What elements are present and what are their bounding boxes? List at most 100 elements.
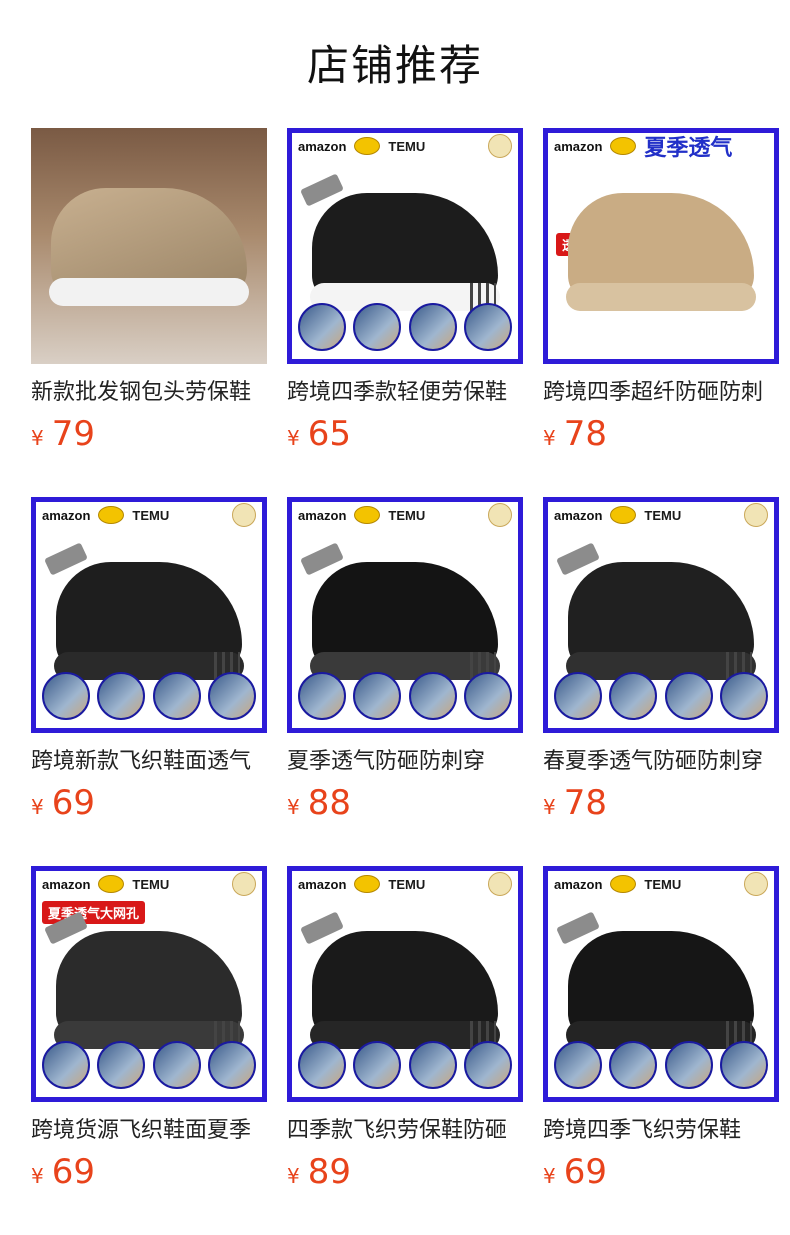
amazon-logo: amazon [554, 507, 603, 523]
gold-badge-icon [488, 503, 512, 527]
handshake-icon [354, 137, 381, 155]
handshake-icon [610, 875, 637, 893]
product-card[interactable]: amazon TEMU 跨境四季款轻便劳保鞋 ¥65 [287, 128, 523, 497]
product-name[interactable]: 夏季透气防砸防刺穿 [287, 747, 523, 777]
temu-logo: TEMU [388, 876, 426, 892]
temu-logo: TEMU [132, 507, 170, 523]
scene-thumbnail [152, 672, 201, 720]
price-value: 69 [51, 783, 95, 823]
product-name[interactable]: 跨境新款飞织鞋面透气 [31, 747, 267, 777]
currency-symbol: ¥ [31, 426, 44, 450]
scene-thumbnail [408, 672, 457, 720]
scene-thumbnails [298, 672, 512, 720]
gold-badge-icon [232, 872, 256, 896]
scene-thumbnail [609, 1041, 658, 1089]
product-name[interactable]: 跨境四季飞织劳保鞋 [543, 1116, 779, 1146]
scene-thumbnail [719, 1041, 768, 1089]
product-name[interactable]: 春夏季透气防砸防刺穿 [543, 747, 779, 777]
handshake-icon [98, 875, 125, 893]
brand-banner: amazon TEMU [548, 871, 774, 897]
product-image[interactable]: amazon TEMU [287, 866, 523, 1102]
product-price: ¥78 [543, 783, 779, 823]
scene-thumbnail [408, 303, 457, 351]
product-image[interactable]: amazon TEMU 夏季透气大网孔 [31, 866, 267, 1102]
brand-banner: amazon 夏季透气 [548, 133, 774, 160]
gold-badge-icon [488, 134, 512, 158]
product-price: ¥88 [287, 783, 523, 823]
currency-symbol: ¥ [287, 795, 300, 819]
scene-thumbnail [554, 1041, 602, 1089]
product-name[interactable]: 四季款飞织劳保鞋防砸 [287, 1116, 523, 1146]
product-price: ¥78 [543, 414, 779, 454]
product-name[interactable]: 跨境四季款轻便劳保鞋 [287, 378, 523, 408]
product-card[interactable]: amazon TEMU 春夏季透气防砸防刺穿 ¥78 [543, 497, 779, 866]
product-image[interactable]: amazon TEMU [287, 497, 523, 733]
handshake-icon [610, 137, 637, 155]
product-card[interactable]: amazon夏季透气透气大网眼跨境四季超纤防砸防刺¥78 [543, 128, 779, 497]
brand-banner: amazon TEMU [292, 871, 518, 897]
price-value: 78 [563, 414, 607, 454]
amazon-logo: amazon [554, 876, 603, 892]
product-price: ¥89 [287, 1152, 523, 1192]
product-card[interactable]: 新款批发钢包头劳保鞋 ¥79 [31, 128, 267, 497]
handshake-icon [610, 506, 637, 524]
brand-banner: amazon TEMU [36, 502, 262, 528]
scene-thumbnail [463, 303, 512, 351]
product-image[interactable] [31, 128, 267, 364]
product-name[interactable]: 跨境货源飞织鞋面夏季 [31, 1116, 267, 1146]
handshake-icon [98, 506, 125, 524]
handshake-icon [354, 506, 381, 524]
amazon-logo: amazon [554, 138, 603, 154]
product-card[interactable]: amazon TEMU 夏季透气防砸防刺穿 ¥88 [287, 497, 523, 866]
product-card[interactable]: amazon TEMU 跨境新款飞织鞋面透气 ¥69 [31, 497, 267, 866]
scene-thumbnail [463, 672, 512, 720]
scene-thumbnails [42, 672, 256, 720]
gold-badge-icon [744, 872, 768, 896]
scene-thumbnail [664, 672, 713, 720]
product-name[interactable]: 跨境四季超纤防砸防刺 [543, 378, 779, 408]
scene-thumbnail [207, 672, 256, 720]
product-image[interactable]: amazon TEMU [543, 497, 779, 733]
amazon-logo: amazon [42, 507, 91, 523]
currency-symbol: ¥ [31, 795, 44, 819]
scene-thumbnail [719, 672, 768, 720]
handshake-icon [354, 875, 381, 893]
scene-thumbnail [353, 672, 402, 720]
product-image[interactable]: amazon TEMU [543, 866, 779, 1102]
scene-thumbnails [42, 1041, 256, 1089]
feature-badge: 夏季透气大网孔 [42, 901, 146, 924]
gold-badge-icon [744, 503, 768, 527]
temu-logo: TEMU [644, 876, 682, 892]
scene-thumbnails [554, 672, 768, 720]
scene-thumbnail [42, 672, 90, 720]
product-grid: 新款批发钢包头劳保鞋 ¥79 amazon TEMU 跨境四季款轻便劳保鞋 ¥65 amaz… [31, 128, 779, 1235]
scene-thumbnail [97, 672, 146, 720]
product-price: ¥69 [31, 1152, 267, 1192]
brand-banner: amazon TEMU [292, 133, 518, 159]
product-price: ¥65 [287, 414, 523, 454]
product-card[interactable]: amazon TEMU 跨境四季飞织劳保鞋 ¥69 [543, 866, 779, 1235]
temu-logo: TEMU [132, 876, 170, 892]
scene-thumbnail [42, 1041, 90, 1089]
scene-thumbnail [298, 672, 346, 720]
amazon-logo: amazon [42, 876, 91, 892]
brand-banner: amazon TEMU [292, 502, 518, 528]
scene-thumbnails [298, 303, 512, 351]
scene-thumbnail [664, 1041, 713, 1089]
scene-thumbnail [97, 1041, 146, 1089]
product-image[interactable]: amazon TEMU [287, 128, 523, 364]
amazon-logo: amazon [298, 507, 347, 523]
price-value: 89 [307, 1152, 351, 1192]
banner-headline: 夏季透气 [644, 135, 733, 160]
product-card[interactable]: amazon TEMU 夏季透气大网孔跨境货源飞织鞋面夏季 ¥69 [31, 866, 267, 1235]
price-value: 69 [563, 1152, 607, 1192]
product-image[interactable]: amazon TEMU [31, 497, 267, 733]
product-image[interactable]: amazon夏季透气透气大网眼 [543, 128, 779, 364]
price-value: 79 [51, 414, 95, 454]
shoe-sole [49, 278, 249, 306]
currency-symbol: ¥ [287, 426, 300, 450]
product-name[interactable]: 新款批发钢包头劳保鞋 [31, 378, 267, 408]
product-card[interactable]: amazon TEMU 四季款飞织劳保鞋防砸 ¥89 [287, 866, 523, 1235]
scene-thumbnail [353, 303, 402, 351]
price-value: 78 [563, 783, 607, 823]
